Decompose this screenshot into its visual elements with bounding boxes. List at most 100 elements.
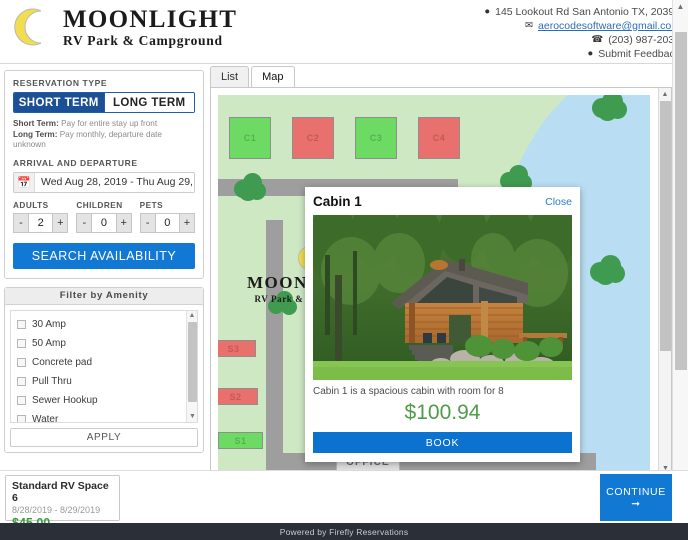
speech-bubble-icon: ● bbox=[588, 47, 594, 61]
scrollbar-thumb[interactable] bbox=[660, 101, 671, 351]
children-value[interactable]: 0 bbox=[92, 213, 115, 233]
checkbox-icon[interactable] bbox=[17, 415, 26, 423]
app-root: MOONLIGHT RV Park & Campground ● 145 Loo… bbox=[0, 0, 688, 540]
contact-email-link[interactable]: aerocodesoftware@gmail.com bbox=[538, 19, 680, 33]
short-term-option[interactable]: SHORT TERM bbox=[14, 93, 104, 112]
contact-info: ● 145 Lookout Rd San Antonio TX, 20392 ✉… bbox=[484, 5, 680, 61]
modal-header: Cabin 1 Close bbox=[313, 194, 572, 209]
adults-plus-button[interactable]: + bbox=[52, 213, 68, 233]
envelope-icon: ✉ bbox=[525, 19, 533, 33]
scroll-up-arrow-icon[interactable]: ▲ bbox=[659, 88, 671, 100]
adults-value[interactable]: 2 bbox=[29, 213, 52, 233]
cabin-photo bbox=[313, 215, 572, 380]
checkbox-icon[interactable] bbox=[17, 339, 26, 348]
view-tabs: List Map bbox=[210, 66, 672, 87]
checkbox-icon[interactable] bbox=[17, 320, 26, 329]
dates-label: ARRIVAL AND DEPARTURE bbox=[13, 158, 195, 168]
amenity-item-50-amp[interactable]: 50 Amp bbox=[17, 334, 197, 353]
reservation-panel: RESERVATION TYPE SHORT TERM LONG TERM Sh… bbox=[4, 70, 204, 279]
amenity-item-concrete-pad[interactable]: Concrete pad bbox=[17, 353, 197, 372]
amenity-list-container: 30 Amp 50 Amp Concrete pad Pull Thru bbox=[10, 310, 198, 423]
scroll-down-arrow-icon[interactable]: ▼ bbox=[187, 412, 198, 422]
page-scrollbar[interactable]: ▲ ▼ bbox=[672, 0, 688, 528]
pets-plus-button[interactable]: + bbox=[179, 213, 195, 233]
amenity-item-sewer-hookup[interactable]: Sewer Hookup bbox=[17, 391, 197, 410]
adults-minus-button[interactable]: - bbox=[13, 213, 29, 233]
children-minus-button[interactable]: - bbox=[76, 213, 92, 233]
long-term-option[interactable]: LONG TERM bbox=[104, 93, 195, 112]
amenity-item-30-amp[interactable]: 30 Amp bbox=[17, 315, 197, 334]
pets-value[interactable]: 0 bbox=[156, 213, 179, 233]
brand-title: MOONLIGHT bbox=[63, 7, 237, 32]
apply-filter-button[interactable]: APPLY bbox=[10, 428, 198, 447]
reservation-type-help: Short Term: Pay for entire stay up front… bbox=[13, 119, 195, 151]
date-range-value[interactable]: Wed Aug 28, 2019 - Thu Aug 29, 2019 bbox=[35, 176, 194, 188]
summary-dates: 8/28/2019 - 8/29/2019 bbox=[12, 505, 113, 515]
phone-icon: ☎ bbox=[591, 33, 603, 47]
date-range-field[interactable]: 📅 Wed Aug 28, 2019 - Thu Aug 29, 2019 bbox=[13, 172, 195, 193]
contact-email-row[interactable]: ✉ aerocodesoftware@gmail.com bbox=[484, 19, 680, 33]
pets-minus-button[interactable]: - bbox=[140, 213, 156, 233]
brand-text: MOONLIGHT RV Park & Campground bbox=[63, 7, 237, 48]
amenity-label: Concrete pad bbox=[32, 357, 92, 368]
adults-stepper[interactable]: - 2 + bbox=[13, 213, 68, 233]
pets-stepper[interactable]: - 0 + bbox=[140, 213, 195, 233]
map-scrollbar[interactable]: ▲ ▼ bbox=[658, 88, 671, 474]
adults-label: ADULTS bbox=[13, 201, 68, 210]
checkbox-icon[interactable] bbox=[17, 377, 26, 386]
reservation-summary-card[interactable]: Standard RV Space 6 8/28/2019 - 8/29/201… bbox=[5, 475, 120, 521]
scrollbar-thumb[interactable] bbox=[188, 322, 197, 402]
site-footer: Powered by Firefly Reservations bbox=[0, 523, 688, 540]
contact-address: 145 Lookout Rd San Antonio TX, 20392 bbox=[495, 5, 680, 19]
map-site-c4[interactable]: C4 bbox=[418, 117, 460, 159]
crescent-moon-icon bbox=[8, 4, 54, 50]
footer-text: Powered by Firefly Reservations bbox=[280, 527, 409, 537]
submit-feedback-row[interactable]: ● Submit Feedback bbox=[484, 47, 680, 61]
amenity-label: Water bbox=[32, 414, 58, 423]
calendar-icon: 📅 bbox=[14, 173, 35, 192]
amenity-item-pull-thru[interactable]: Pull Thru bbox=[17, 372, 197, 391]
cabin-detail-modal: Cabin 1 Close bbox=[305, 187, 580, 462]
map-site-s1[interactable]: S1 bbox=[218, 432, 263, 449]
brand-logo-block[interactable]: MOONLIGHT RV Park & Campground bbox=[8, 4, 237, 50]
checkbox-icon[interactable] bbox=[17, 358, 26, 367]
book-button[interactable]: BOOK bbox=[313, 432, 572, 453]
contact-address-row: ● 145 Lookout Rd San Antonio TX, 20392 bbox=[484, 5, 680, 19]
amenity-label: 30 Amp bbox=[32, 319, 66, 330]
map-site-c1[interactable]: C1 bbox=[229, 117, 271, 159]
search-availability-button[interactable]: SEARCH AVAILABILITY bbox=[13, 243, 195, 269]
help-short-label: Short Term: bbox=[13, 119, 59, 128]
map-site-c2[interactable]: C2 bbox=[292, 117, 334, 159]
cabin-description: Cabin 1 is a spacious cabin with room fo… bbox=[313, 386, 572, 397]
amenity-filter-panel: Filter by Amenity 30 Amp 50 Amp Concrete… bbox=[4, 287, 204, 453]
reservation-type-label: RESERVATION TYPE bbox=[13, 78, 195, 88]
modal-close-link[interactable]: Close bbox=[545, 196, 572, 208]
map-site-c3[interactable]: C3 bbox=[355, 117, 397, 159]
scroll-up-arrow-icon[interactable]: ▲ bbox=[673, 0, 688, 13]
scroll-up-arrow-icon[interactable]: ▲ bbox=[187, 311, 197, 321]
children-label: CHILDREN bbox=[76, 201, 131, 210]
map-site-s2[interactable]: S2 bbox=[218, 388, 258, 405]
checkbox-icon[interactable] bbox=[17, 396, 26, 405]
reservation-type-toggle[interactable]: SHORT TERM LONG TERM bbox=[13, 92, 195, 113]
help-short-text: Pay for entire stay up front bbox=[59, 119, 157, 128]
contact-phone: (203) 987-2039 bbox=[608, 33, 680, 47]
children-plus-button[interactable]: + bbox=[116, 213, 132, 233]
scrollbar-thumb[interactable] bbox=[675, 32, 687, 370]
summary-site-name: Standard RV Space 6 bbox=[12, 480, 113, 504]
amenity-label: Sewer Hookup bbox=[32, 395, 98, 406]
occupancy-counters: ADULTS - 2 + CHILDREN - 0 + bbox=[13, 201, 195, 233]
continue-button[interactable]: CONTINUE ➞ bbox=[600, 474, 672, 521]
amenity-scrollbar[interactable]: ▲ ▼ bbox=[186, 311, 197, 422]
amenity-item-water[interactable]: Water bbox=[17, 410, 197, 423]
submit-feedback-link[interactable]: Submit Feedback bbox=[598, 47, 680, 61]
modal-title: Cabin 1 bbox=[313, 194, 362, 209]
tab-list[interactable]: List bbox=[210, 66, 249, 87]
tab-map[interactable]: Map bbox=[251, 66, 294, 87]
children-stepper[interactable]: - 0 + bbox=[76, 213, 131, 233]
cabin-price: $100.94 bbox=[313, 401, 572, 425]
map-site-s3[interactable]: S3 bbox=[218, 340, 256, 357]
tree-icon bbox=[592, 95, 626, 121]
arrow-right-icon: ➞ bbox=[631, 498, 640, 510]
amenity-filter-title: Filter by Amenity bbox=[5, 288, 203, 305]
